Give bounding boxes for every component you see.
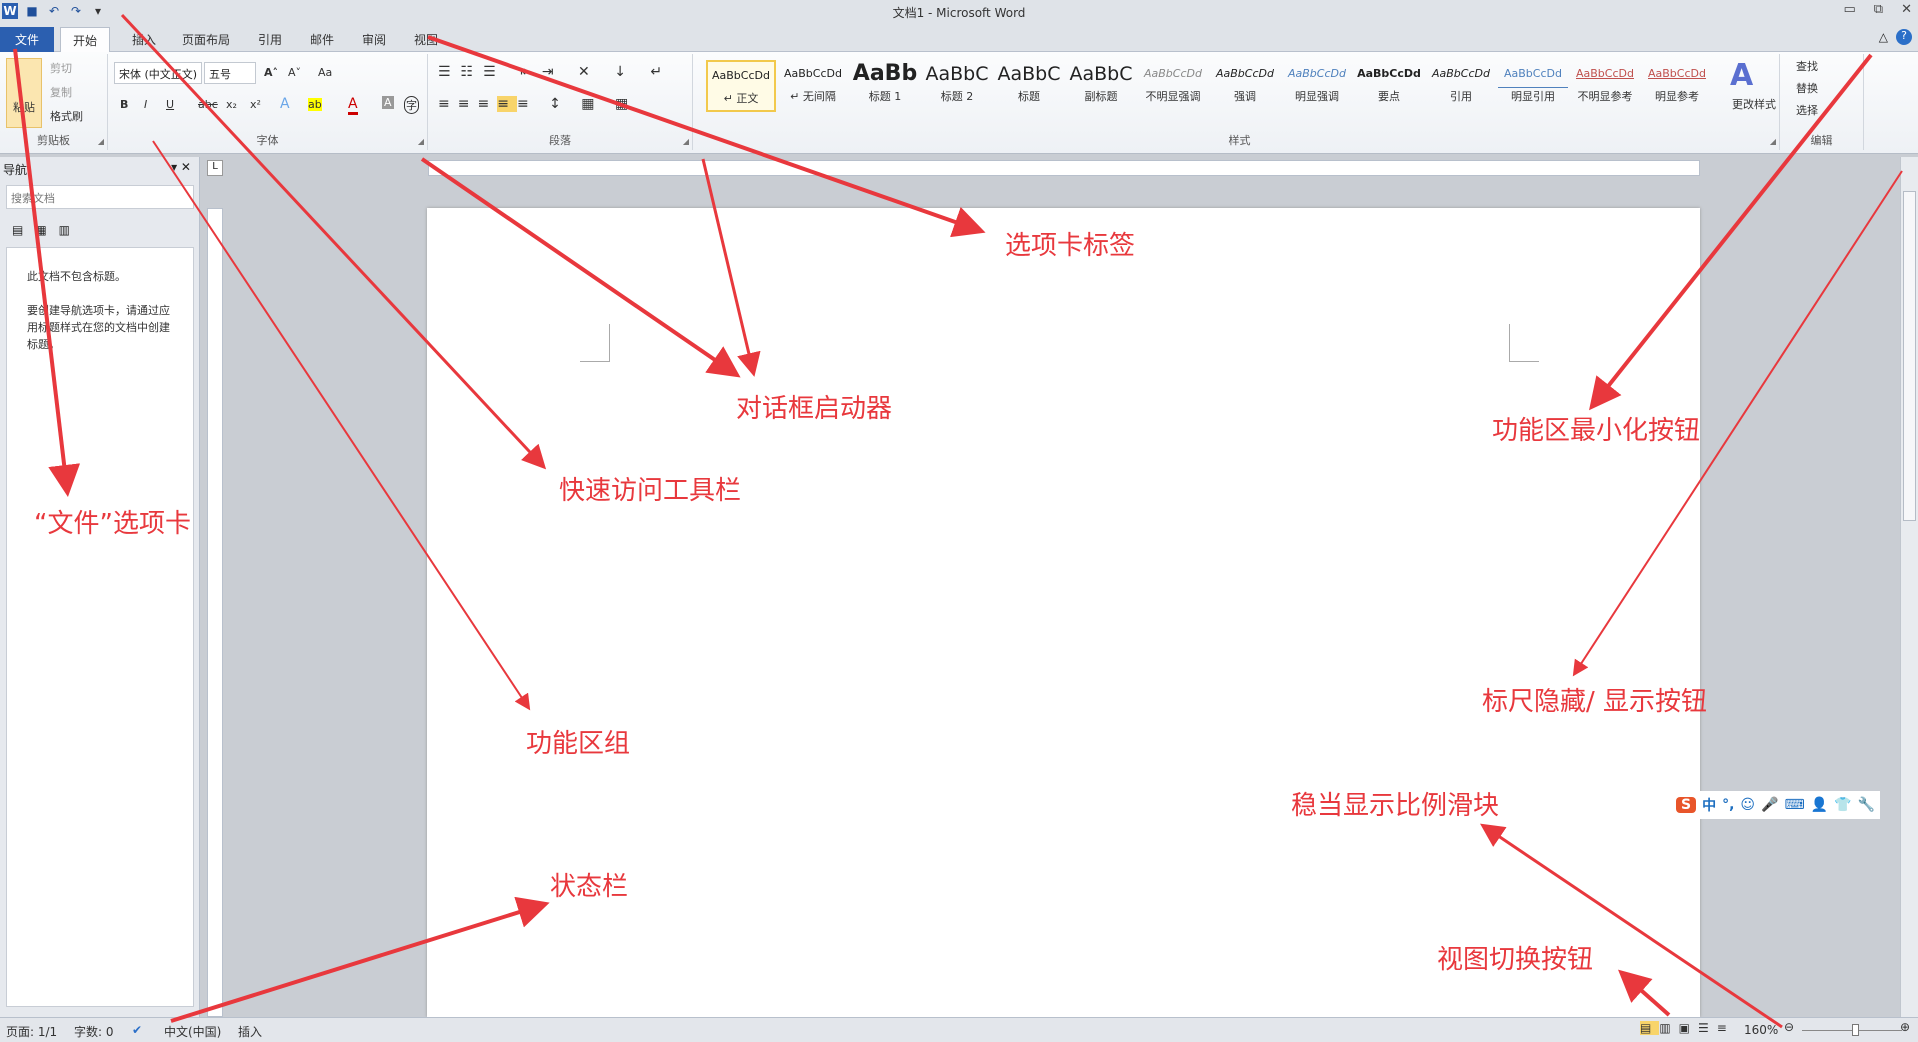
arrow bbox=[13, 48, 81, 497]
arrow bbox=[1589, 53, 1873, 411]
annotation-status-bar: 状态栏 bbox=[550, 872, 629, 902]
annotation-zoom-slider: 稳当显示比例滑块 bbox=[1291, 791, 1500, 821]
annotation-ribbon-minimize: 功能区最小化按钮 bbox=[1492, 416, 1701, 446]
arrow bbox=[120, 13, 547, 470]
arrow bbox=[1618, 969, 1671, 1017]
annotation-ribbon-group: 功能区组 bbox=[526, 729, 631, 759]
arrow bbox=[152, 140, 531, 711]
annotation-quick-access: 快速访问工具栏 bbox=[559, 476, 742, 506]
arrow bbox=[427, 35, 986, 238]
annotation-arrows bbox=[13, 13, 1903, 1029]
annotation-dialog-launcher: 对话框启动器 bbox=[736, 394, 893, 424]
arrow bbox=[701, 158, 761, 377]
arrow bbox=[1480, 823, 1783, 1029]
annotation-ruler-toggle: 标尺隐藏/ 显示按钮 bbox=[1482, 687, 1708, 717]
arrow bbox=[420, 157, 741, 378]
annotation-tab-labels: 选项卡标签 bbox=[1005, 231, 1136, 261]
arrow bbox=[170, 896, 550, 1023]
annotation-view-buttons: 视图切换按钮 bbox=[1437, 945, 1594, 975]
annotation-file-tab: “文件”选项卡 bbox=[34, 509, 191, 539]
